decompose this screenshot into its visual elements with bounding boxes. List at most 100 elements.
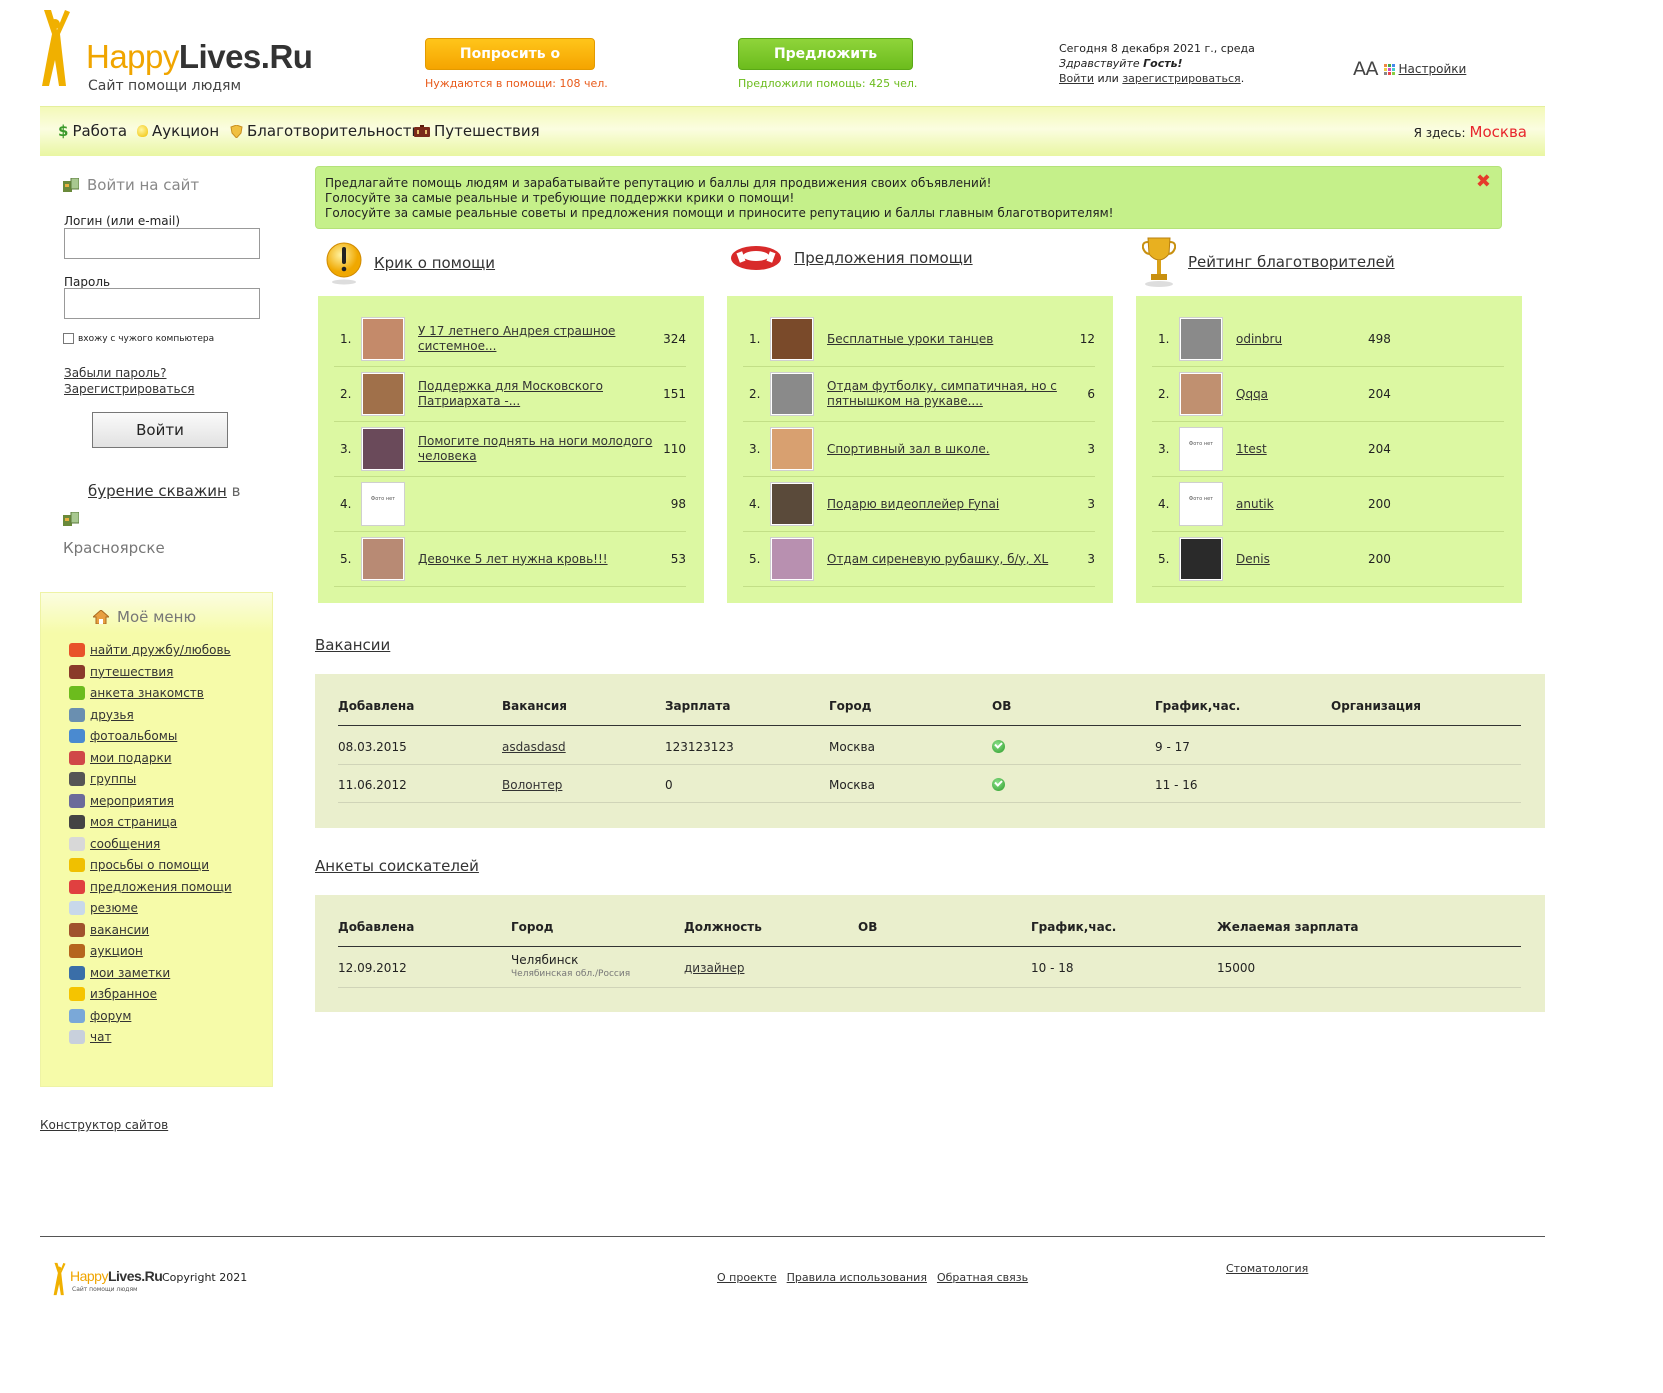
- my-menu-item[interactable]: друзья: [69, 707, 134, 722]
- rank-thumbnail[interactable]: Фото нет: [1179, 482, 1223, 526]
- vacancy-link[interactable]: Волонтер: [502, 778, 562, 792]
- seekers-link[interactable]: Анкеты соискателей: [315, 857, 479, 875]
- my-menu-item[interactable]: сообщения: [69, 836, 160, 851]
- site-logo[interactable]: HappyLives.Ru Сайт помощи людям: [40, 8, 313, 98]
- rank-thumbnail[interactable]: [770, 317, 814, 361]
- rank-item-link[interactable]: Подарю видеоплейер Fynai: [827, 497, 1065, 512]
- rank-item-link[interactable]: Бесплатные уроки танцев: [827, 332, 1065, 347]
- footer-logo[interactable]: HappyLives.Ru Сайт помощи людям: [52, 1262, 163, 1296]
- location-city[interactable]: Москва: [1470, 123, 1527, 141]
- rank-item-link[interactable]: Спортивный зал в школе.: [827, 442, 1065, 457]
- password-input[interactable]: [64, 288, 260, 319]
- login-link[interactable]: Войти: [1059, 72, 1094, 85]
- info-line: Голосуйте за самые реальные и требующие …: [325, 191, 795, 205]
- vacancy-link[interactable]: asdasdasd: [502, 740, 566, 754]
- my-menu-item[interactable]: мои подарки: [69, 750, 172, 765]
- nav-item-travel[interactable]: Путешествия: [414, 122, 540, 140]
- need-help-count: Нуждаются в помощи: 108 чел.: [425, 77, 608, 90]
- login-input[interactable]: [64, 228, 260, 259]
- rank-thumbnail[interactable]: [361, 372, 405, 416]
- vacancy-date: 11.06.2012: [338, 778, 407, 792]
- help-offers-link[interactable]: Предложения помощи: [794, 249, 973, 267]
- my-menu-item[interactable]: резюме: [69, 901, 138, 915]
- rank-thumbnail[interactable]: [1179, 537, 1223, 581]
- font-size-icon[interactable]: AA: [1353, 58, 1379, 80]
- register-link[interactable]: зарегистрироваться: [1122, 72, 1240, 85]
- my-menu-item[interactable]: избранное: [69, 987, 157, 1001]
- rank-thumbnail[interactable]: [361, 537, 405, 581]
- my-menu-item[interactable]: путешествия: [69, 664, 173, 679]
- menu-item-icon: [69, 1030, 85, 1044]
- my-menu-item[interactable]: вакансии: [69, 922, 149, 937]
- rank-item-link[interactable]: anutik: [1236, 497, 1368, 512]
- my-menu-item[interactable]: мероприятия: [69, 793, 174, 808]
- rank-thumbnail[interactable]: [361, 317, 405, 361]
- register-account-link[interactable]: Зарегистрироваться: [64, 382, 194, 396]
- charity-rating-link[interactable]: Рейтинг благотворителей: [1188, 253, 1395, 271]
- rank-row: 5. Denis 200: [1152, 532, 1504, 587]
- rank-item-link[interactable]: Помогите поднять на ноги молодого челове…: [418, 434, 656, 464]
- rank-thumbnail[interactable]: [1179, 372, 1223, 416]
- rank-item-link[interactable]: У 17 летнего Андрея страшное системное..…: [418, 324, 656, 354]
- footer-link-dentistry[interactable]: Стоматология: [1226, 1262, 1308, 1275]
- rank-thumbnail[interactable]: [1179, 317, 1223, 361]
- rank-thumbnail[interactable]: [770, 372, 814, 416]
- column-header: Вакансия: [502, 699, 568, 713]
- rank-thumbnail[interactable]: [361, 427, 405, 471]
- menu-item-icon: [69, 901, 85, 915]
- offer-help-button[interactable]: Предложить помощь!: [738, 38, 913, 92]
- my-menu-item[interactable]: предложения помощи: [69, 879, 232, 894]
- ok-check-icon: [992, 778, 1005, 791]
- menu-item-icon: [69, 707, 85, 722]
- ad-link[interactable]: бурение скважин: [88, 482, 227, 500]
- rank-item-link[interactable]: Отдам футболку, симпатичная, но с пятныш…: [827, 379, 1065, 409]
- column-header: Организация: [1331, 699, 1421, 713]
- my-menu-item[interactable]: анкета знакомств: [69, 686, 204, 700]
- my-menu-item[interactable]: просьбы о помощи: [69, 858, 209, 872]
- rank-item-link[interactable]: Qqqa: [1236, 387, 1368, 402]
- my-menu-item-label: моя страница: [90, 815, 178, 829]
- footer-link-rules[interactable]: Правила использования: [787, 1271, 927, 1284]
- rank-item-link[interactable]: Поддержка для Московского Патриархата -.…: [418, 379, 656, 409]
- rank-thumbnail[interactable]: Фото нет: [1179, 427, 1223, 471]
- my-menu-item[interactable]: аукцион: [69, 944, 143, 958]
- site-builder-link[interactable]: Конструктор сайтов: [40, 1118, 168, 1132]
- dollar-icon: $: [58, 122, 69, 140]
- seeker-position-link[interactable]: дизайнер: [684, 961, 744, 975]
- foreign-computer-checkbox[interactable]: [63, 333, 74, 344]
- rank-thumbnail[interactable]: [770, 537, 814, 581]
- rank-item-link[interactable]: Девочке 5 лет нужна кровь!!!: [418, 552, 656, 567]
- my-menu-item[interactable]: найти дружбу/любовь: [69, 643, 231, 657]
- my-menu-item[interactable]: чат: [69, 1030, 111, 1044]
- rank-item-link[interactable]: Denis: [1236, 552, 1368, 567]
- my-menu-item[interactable]: мои заметки: [69, 965, 170, 980]
- footer-link-about[interactable]: О проекте: [717, 1271, 777, 1284]
- vacancies-link[interactable]: Вакансии: [315, 636, 390, 654]
- help-cries-link[interactable]: Крик о помощи: [374, 254, 495, 272]
- rank-item-link[interactable]: 1test: [1236, 442, 1368, 457]
- nav-item-auction[interactable]: Аукцион: [137, 122, 219, 140]
- forgot-password-link[interactable]: Забыли пароль?: [64, 366, 166, 380]
- column-header: Добавлена: [338, 699, 415, 713]
- nav-item-label: Благотворительность: [247, 122, 421, 140]
- color-grid-icon[interactable]: [1383, 63, 1395, 75]
- rank-number: 5.: [1158, 552, 1170, 566]
- footer-link-feedback[interactable]: Обратная связь: [937, 1271, 1028, 1284]
- rank-thumbnail[interactable]: [770, 482, 814, 526]
- nav-item-charity[interactable]: Благотворительность: [230, 122, 420, 140]
- ask-help-button[interactable]: Попросить о помощи!: [425, 38, 595, 92]
- nav-item-work[interactable]: $ Работа: [58, 122, 127, 140]
- rank-item-link[interactable]: Отдам сиреневую рубашку, б/у, XL: [827, 552, 1065, 567]
- close-icon[interactable]: ✖: [1476, 173, 1491, 191]
- rank-thumbnail[interactable]: Фото нет: [361, 482, 405, 526]
- my-menu-item[interactable]: моя страница: [69, 815, 177, 829]
- login-submit-button[interactable]: Войти: [92, 412, 228, 448]
- login-title-text: Войти на сайт: [87, 176, 200, 194]
- rank-thumbnail[interactable]: [770, 427, 814, 471]
- settings-link[interactable]: Настройки: [1399, 62, 1467, 76]
- my-menu-item[interactable]: фотоальбомы: [69, 729, 177, 743]
- rank-row: 3. Помогите поднять на ноги молодого чело…: [334, 422, 686, 477]
- rank-item-link[interactable]: odinbru: [1236, 332, 1368, 347]
- my-menu-item[interactable]: группы: [69, 772, 136, 786]
- my-menu-item[interactable]: форум: [69, 1008, 131, 1023]
